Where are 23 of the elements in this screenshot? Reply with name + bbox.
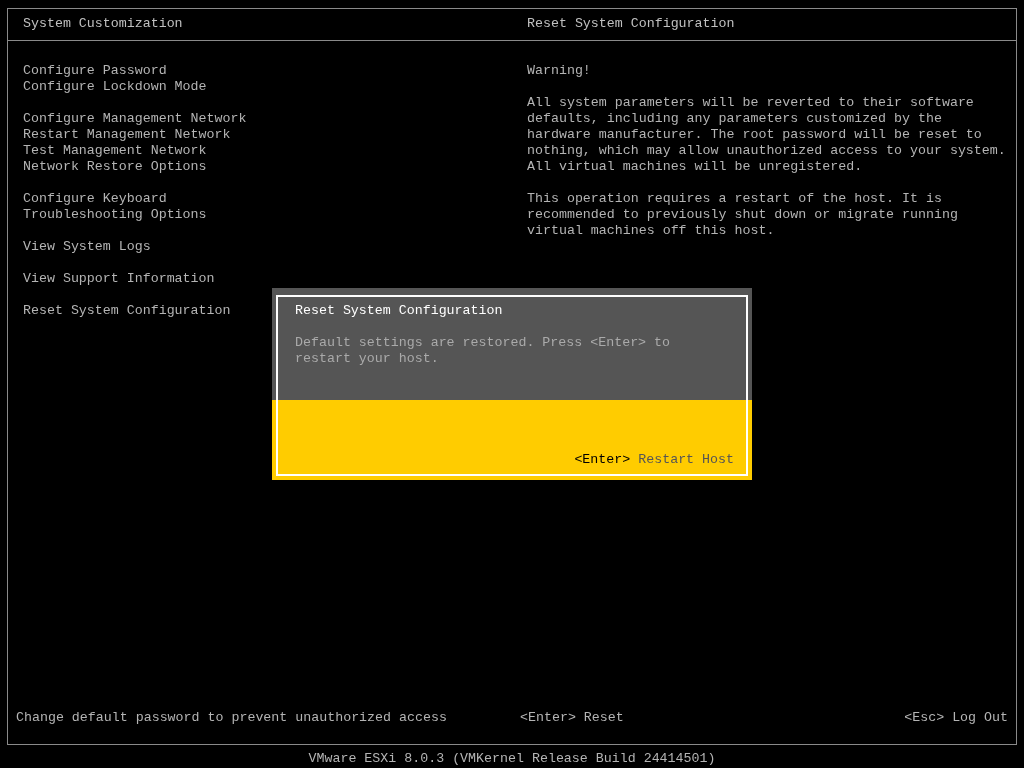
menu-item[interactable]: Configure Management Network: [23, 111, 247, 127]
description-text: This operation requires a restart of the host. It is recommended to previously shut down or migrate running virtual machines off this host.: [527, 191, 959, 239]
menu-item[interactable]: Restart Management Network: [23, 127, 231, 143]
description-text: All system parameters will be reverted to their software defaults, including any parameters customized by the hardware manufacturer. The root password will be reset to nothing, which may allow unauthorized access to your system. All virtual machines will be unregistered.: [527, 95, 1007, 175]
dialog-title: Reset System Configuration: [295, 303, 503, 319]
restart-host-action[interactable]: <Enter> Restart Host: [574, 452, 734, 468]
menu-item[interactable]: Test Management Network: [23, 143, 207, 159]
menu-item[interactable]: Troubleshooting Options: [23, 207, 207, 223]
description-text: Warning!: [527, 63, 591, 79]
version-text: VMware ESXi 8.0.3 (VMKernel Release Build 24414501): [308, 751, 716, 767]
menu-item[interactable]: Configure Keyboard: [23, 191, 167, 207]
key-hint: <Esc> Log Out: [904, 710, 1008, 726]
menu-item[interactable]: Network Restore Options: [23, 159, 207, 175]
menu-item[interactable]: View System Logs: [23, 239, 151, 255]
menu-item[interactable]: View Support Information: [23, 271, 215, 287]
menu-item[interactable]: Configure Lockdown Mode: [23, 79, 207, 95]
menu-item[interactable]: Reset System Configuration: [23, 303, 231, 319]
panel-title: System Customization: [22, 15, 184, 33]
panel-title: Reset System Configuration: [526, 15, 735, 33]
menu-item[interactable]: Configure Password: [23, 63, 167, 79]
hint-text: Change default password to prevent unauthorized access: [16, 710, 448, 726]
dialog-message: Default settings are restored. Press <Enter> to restart your host.: [295, 335, 672, 367]
key-hint: <Enter> Reset: [520, 710, 624, 725]
